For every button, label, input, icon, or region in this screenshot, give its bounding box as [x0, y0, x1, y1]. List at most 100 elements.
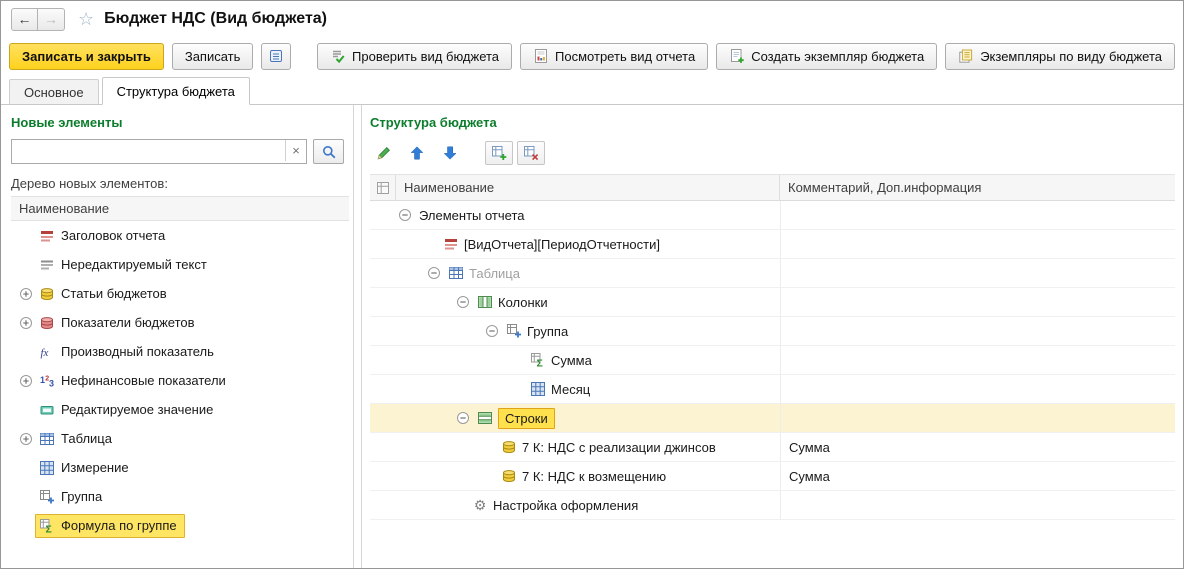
tab-main[interactable]: Основное [9, 79, 99, 104]
tree-item-content: Измерение [35, 456, 137, 480]
tree-item-content: Нередактируемый текст [35, 253, 215, 277]
show-list-button[interactable] [261, 42, 292, 70]
tree-item-budget-indicators[interactable]: Показатели бюджетов [11, 308, 349, 337]
tree-item-content: Группа [35, 485, 110, 509]
tree-item-table[interactable]: Таблица [11, 424, 349, 453]
row-marker-cell [370, 462, 396, 490]
svg-text:fx: fx [41, 347, 49, 359]
edit-button[interactable] [370, 141, 398, 165]
expand-icon[interactable] [17, 432, 35, 446]
table-icon [39, 431, 55, 447]
structure-rows: Элементы отчета [ВидОтчета][ПериодОтчетно… [370, 201, 1175, 568]
search-input[interactable] [11, 139, 307, 164]
structure-row[interactable]: 7 К: НДС к возмещению Сумма [370, 462, 1175, 491]
collapse-icon[interactable] [454, 295, 472, 309]
structure-row[interactable]: Группа [370, 317, 1175, 346]
view-report-form-label: Посмотреть вид отчета [555, 48, 696, 64]
row-marker-cell [370, 404, 396, 432]
delete-table-element-button[interactable] [517, 141, 545, 165]
arrow-up-icon [409, 145, 425, 161]
column-settings-icon[interactable] [375, 180, 391, 196]
structure-row[interactable]: Таблица [370, 259, 1175, 288]
tab-bar: Основное Структура бюджета [1, 75, 1183, 105]
clear-search-icon[interactable]: × [285, 140, 306, 161]
budget-indicators-icon [39, 315, 55, 331]
tree-item-group-formula[interactable]: Σ Формула по группе [11, 511, 349, 540]
tree-item-label: Таблица [61, 431, 112, 446]
sum-formula-icon: Σ [530, 352, 546, 368]
structure-row-comment: Сумма [780, 462, 1175, 490]
move-down-button[interactable] [436, 141, 464, 165]
structure-grid: Наименование Комментарий, Доп.информация… [370, 174, 1175, 568]
structure-row[interactable]: 7 К: НДС с реализации джинсов Сумма [370, 433, 1175, 462]
tree-item-label: Редактируемое значение [61, 402, 214, 417]
collapse-icon[interactable] [483, 324, 501, 338]
row-marker-cell [370, 346, 396, 374]
new-document-icon [729, 48, 745, 64]
back-button[interactable]: ← [11, 7, 38, 31]
tree-caption: Дерево новых элементов: [11, 176, 168, 191]
favorite-star-icon[interactable]: ☆ [78, 10, 94, 28]
save-and-close-button[interactable]: Записать и закрыть [9, 42, 164, 70]
tree-item-label: Нефинансовые показатели [61, 373, 226, 388]
tree-item-content: Показатели бюджетов [35, 311, 203, 335]
tree-item-content: 1 2 3 Нефинансовые показатели [35, 369, 234, 393]
create-budget-instance-button[interactable]: Создать экземпляр бюджета [716, 42, 938, 70]
structure-grid-header: Наименование Комментарий, Доп.информация [370, 175, 1175, 201]
structure-row[interactable]: Колонки [370, 288, 1175, 317]
delete-table-icon [523, 145, 539, 161]
tree-item-editable-value[interactable]: Редактируемое значение [11, 395, 349, 424]
move-up-button[interactable] [403, 141, 431, 165]
collapse-icon[interactable] [454, 411, 472, 425]
collapse-icon[interactable] [396, 208, 414, 222]
instances-by-budget-view-button[interactable]: Экземпляры по виду бюджета [945, 42, 1175, 70]
tree-item-content: Таблица [35, 427, 120, 451]
budget-structure-panel: Структура бюджета Наименование Комментар… [362, 105, 1183, 568]
tree-item-content: Редактируемое значение [35, 398, 221, 422]
budget-structure-title: Структура бюджета [370, 115, 497, 130]
tree-item-content: Заголовок отчета [35, 224, 173, 248]
structure-row-label: Элементы отчета [419, 207, 525, 223]
view-report-form-button[interactable]: Посмотреть вид отчета [520, 42, 709, 70]
expand-icon[interactable] [17, 316, 35, 330]
structure-row[interactable]: [ВидОтчета][ПериодОтчетности] [370, 230, 1175, 259]
documents-stack-icon [958, 48, 974, 64]
tree-item-derived-indicator[interactable]: fx Производный показатель [11, 337, 349, 366]
window-title: Бюджет НДС (Вид бюджета) [104, 10, 327, 27]
structure-row[interactable]: Σ Сумма [370, 346, 1175, 375]
tree-item-dimension[interactable]: Измерение [11, 453, 349, 482]
save-button[interactable]: Записать [171, 42, 254, 70]
table-icon [448, 265, 464, 281]
structure-row-comment [780, 230, 1175, 258]
tree-item-group[interactable]: Группа [11, 482, 349, 511]
column-header-name: Наименование [396, 175, 780, 200]
tree-item-report-title[interactable]: Заголовок отчета [11, 221, 349, 250]
panel-splitter[interactable] [353, 105, 362, 568]
structure-row-label: [ВидОтчета][ПериодОтчетности] [464, 236, 660, 252]
search-button[interactable] [313, 139, 344, 164]
tab-budget-structure[interactable]: Структура бюджета [101, 77, 250, 105]
structure-row[interactable]: Элементы отчета [370, 201, 1175, 230]
add-table-element-button[interactable] [485, 141, 513, 165]
tree-item-content: Σ Формула по группе [35, 513, 185, 538]
check-budget-view-button[interactable]: Проверить вид бюджета [317, 42, 513, 70]
tree-item-nonfinancial-indicators[interactable]: 1 2 3 Нефинансовые показатели [11, 366, 349, 395]
structure-row-label: Колонки [498, 294, 548, 310]
tree-item-static-text[interactable]: Нередактируемый текст [11, 250, 349, 279]
check-budget-view-label: Проверить вид бюджета [352, 48, 500, 64]
collapse-icon[interactable] [425, 266, 443, 280]
svg-text:Σ: Σ [537, 358, 543, 369]
create-budget-instance-label: Создать экземпляр бюджета [751, 48, 925, 64]
tree-item-content: fx Производный показатель [35, 340, 222, 364]
tree-item-budget-articles[interactable]: Статьи бюджетов [11, 279, 349, 308]
row-marker-cell [370, 491, 396, 519]
structure-row[interactable]: Строки [370, 404, 1175, 433]
forward-button[interactable]: → [38, 7, 65, 31]
structure-row-comment [780, 375, 1175, 403]
structure-row[interactable]: ⚙ Настройка оформления [370, 491, 1175, 520]
structure-row[interactable]: Месяц [370, 375, 1175, 404]
forward-arrow-icon: → [44, 11, 58, 27]
svg-text:3: 3 [49, 378, 54, 388]
expand-icon[interactable] [17, 374, 35, 388]
expand-icon[interactable] [17, 287, 35, 301]
